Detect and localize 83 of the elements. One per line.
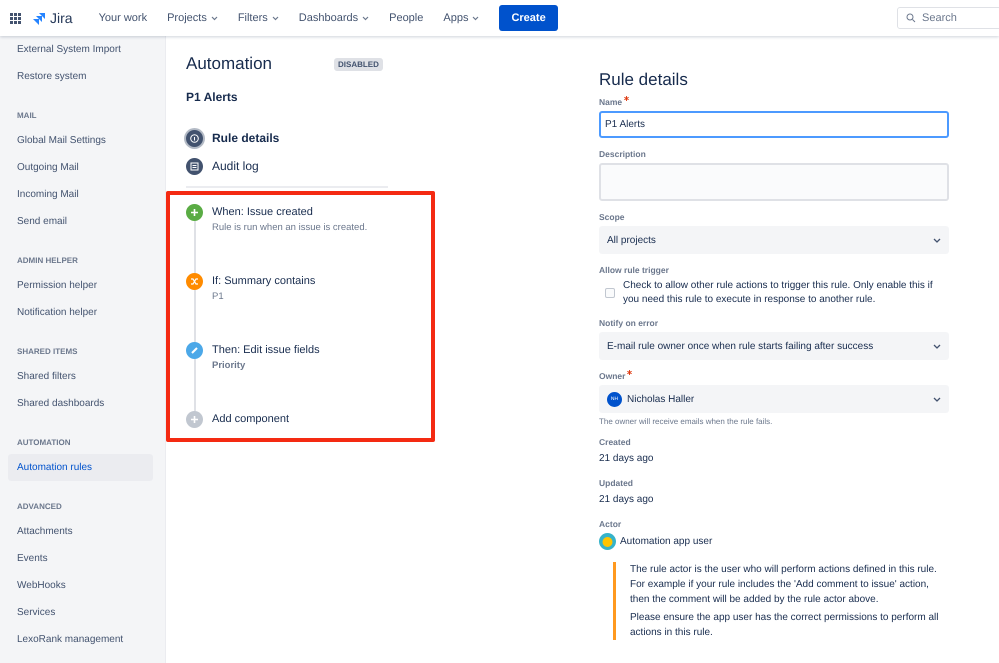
pencil-icon [186,342,203,359]
sidebar-item[interactable]: Services [8,599,153,626]
step-detail: P1 [212,291,225,302]
section-heading: ADVANCED [16,501,63,513]
sidebar-item[interactable]: WebHooks [8,572,153,599]
actor-name: Automation app user [620,536,712,547]
sidebar-item[interactable]: Shared dashboards [8,390,153,417]
field-label: Created [599,436,632,448]
chevron-down-icon [933,238,941,242]
chevron-down-icon [272,16,279,20]
chevron-down-icon [362,16,370,20]
list-icon [186,158,203,174]
rule-menu-item[interactable]: Audit log [186,152,599,180]
shuffle-icon [186,273,203,290]
section-heading: AUTOMATION [16,437,72,449]
field-label: Owner [599,370,949,382]
step-title[interactable]: Add component [212,411,290,428]
nav-item[interactable]: Your work [90,6,156,30]
sidebar-item[interactable]: Incoming Mail [8,181,153,208]
step-detail: Rule is run when an issue is created. [212,222,368,233]
info-icon [186,130,203,146]
sidebar-item[interactable]: Send email [8,208,153,235]
nav-item[interactable]: Projects [159,6,226,30]
description-field[interactable] [599,163,949,201]
step-title[interactable]: When: Issue created [212,204,368,221]
sidebar-item[interactable]: Automation rules [8,454,153,481]
required-asterisk-icon [624,96,630,101]
page-title: Automation [186,54,273,74]
chevron-down-icon [472,16,480,20]
product-name: Jira [50,10,73,26]
field-label: Updated [599,477,634,489]
rule-name: P1 Alerts [186,90,239,104]
field-label: Allow rule trigger [599,264,670,276]
note-text: The rule actor is the user who will perform actions defined in this rule. For example if your rule includes the 'Add comment to issue' action, then the comment will be added by the rule actor above. [630,563,938,607]
section-heading: ADMIN HELPER [16,255,79,267]
help-text: The owner will receive emails when the rule fails. [599,417,774,426]
section-heading: SHARED ITEMS [16,346,78,358]
robot-avatar-icon [599,533,616,550]
step-title[interactable]: If: Summary contains [212,273,316,290]
field-label: Name [599,96,949,108]
sidebar-item[interactable]: Attachments [8,518,153,545]
chevron-down-icon [210,16,218,20]
plus-icon [186,411,203,428]
sidebar-item[interactable]: Restore system [8,63,153,90]
nav-item[interactable]: Dashboards [290,6,378,30]
field-value: 21 days ago [599,452,654,466]
field-label: Description [599,148,647,160]
sidebar-item[interactable]: Events [8,545,153,572]
nav-item[interactable]: Filters [230,6,287,30]
search-field[interactable]: Search [897,7,999,29]
sidebar-item[interactable]: External System Import [8,36,153,63]
select-field[interactable]: E-mail rule owner once when rule starts failing after success [599,332,949,360]
checkbox-label: Check to allow other rule actions to trigger this rule. Only enable this if you need this rule to execute in response to another rule. [623,279,934,307]
nav-item[interactable]: Apps [435,6,488,30]
sidebar-item[interactable]: Shared filters [8,363,153,390]
field-label: Scope [599,211,626,223]
create-button[interactable]: Create [499,5,558,31]
step-title[interactable]: Then: Edit issue fields [212,342,320,359]
section-heading: MAIL [16,110,38,122]
note-text: Please ensure the app user has the correct permissions to perform all actions in this rule. [630,611,940,640]
nav-item[interactable]: People [381,6,432,30]
search-icon [906,13,916,23]
field-value: 21 days ago [599,493,654,507]
chevron-down-icon [933,344,941,348]
plus-icon [186,204,203,221]
sidebar-item[interactable]: LexoRank management [8,626,153,653]
rule-menu-item[interactable]: Rule details [186,124,599,152]
select-field[interactable]: All projects [599,226,949,254]
sidebar-item[interactable]: Outgoing Mail [8,154,153,181]
chevron-down-icon [933,396,941,402]
checkbox[interactable] [605,288,615,298]
section-title: Rule details [599,70,689,90]
field-label: Actor [599,518,622,530]
app-grid-icon[interactable] [10,12,21,24]
sidebar-item[interactable]: Permission helper [8,272,153,299]
field-label: Notify on error [599,317,660,329]
sidebar-item[interactable]: Notification helper [8,299,153,326]
required-asterisk-icon [627,370,632,375]
sidebar-item[interactable]: Global Mail Settings [8,127,153,154]
name-field[interactable]: P1 Alerts [599,111,949,138]
logo-icon [33,12,46,24]
step-detail: Priority [212,360,246,371]
status-lozenge: DISABLED [334,58,383,70]
